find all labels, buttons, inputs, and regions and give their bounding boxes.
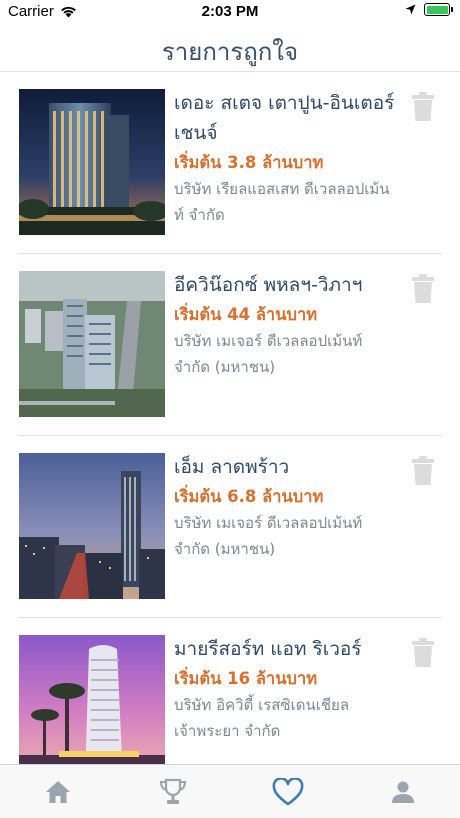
- property-title: เดอะ สเตจ เตาปูน-อินเตอร์เชนจ์: [174, 92, 395, 144]
- list-item[interactable]: เดอะ สเตจ เตาปูน-อินเตอร์เชนจ์ เริ่มต้น …: [0, 72, 460, 254]
- trophy-icon: [159, 778, 186, 804]
- property-company: บริษัท เรียลแอสเสท ดีเวลลอปเม้นท์ จำกัด: [174, 180, 390, 224]
- property-info: อีควิน๊อกซ์ พหลฯ-วิภาฯ เริ่มต้น 44 ล้านบ…: [174, 270, 396, 380]
- home-icon: [45, 781, 70, 803]
- property-info: เอ็ม ลาดพร้าว เริ่มต้น 6.8 ล้านบาท บริษั…: [174, 452, 396, 562]
- property-title: อีควิน๊อกซ์ พหลฯ-วิภาฯ: [174, 274, 363, 296]
- property-price: เริ่มต้น 44 ล้านบาท: [174, 305, 318, 324]
- list-item[interactable]: อีควิน๊อกซ์ พหลฯ-วิภาฯ เริ่มต้น 44 ล้านบ…: [0, 254, 460, 436]
- list-item[interactable]: เอ็ม ลาดพร้าว เริ่มต้น 6.8 ล้านบาท บริษั…: [0, 436, 460, 618]
- property-company: บริษัท อิควิตี้ เรสซิเดนเชียล เจ้าพระยา …: [174, 696, 350, 740]
- tab-home[interactable]: [0, 765, 115, 818]
- list-item[interactable]: มายรีสอร์ท แอท ริเวอร์ เริ่มต้น 16 ล้านบ…: [0, 618, 460, 764]
- property-company: บริษัท เมเจอร์ ดีเวลลอปเม้นท์ จำกัด (มหา…: [174, 332, 363, 376]
- property-info: เดอะ สเตจ เตาปูน-อินเตอร์เชนจ์ เริ่มต้น …: [174, 88, 396, 228]
- battery-level: [426, 5, 448, 14]
- property-company: บริษัท เมเจอร์ ดีเวลลอปเม้นท์ จำกัด (มหา…: [174, 514, 363, 558]
- user-icon: [391, 781, 414, 803]
- trash-icon[interactable]: [412, 92, 434, 122]
- tab-bar: [0, 764, 460, 818]
- property-price: เริ่มต้น 6.8 ล้านบาท: [174, 487, 324, 506]
- favorites-list[interactable]: เดอะ สเตจ เตาปูน-อินเตอร์เชนจ์ เริ่มต้น …: [0, 72, 460, 764]
- clock: 2:03 PM: [201, 3, 259, 20]
- tab-trophy[interactable]: [115, 765, 230, 818]
- tab-favorites[interactable]: [230, 765, 345, 818]
- property-price: เริ่มต้น 16 ล้านบาท: [174, 669, 318, 688]
- property-thumbnail: [19, 89, 165, 235]
- battery-icon: [424, 3, 453, 16]
- property-title: มายรีสอร์ท แอท ริเวอร์: [174, 638, 362, 660]
- status-bar: Carrier 2:03 PM: [0, 0, 460, 24]
- heart-icon: [272, 778, 303, 806]
- property-info: มายรีสอร์ท แอท ริเวอร์ เริ่มต้น 16 ล้านบ…: [174, 634, 396, 744]
- navigation-bar: รายการถูกใจ: [0, 24, 460, 72]
- page-title: รายการถูกใจ: [161, 38, 299, 66]
- property-title: เอ็ม ลาดพร้าว: [174, 456, 290, 478]
- property-thumbnail: [19, 271, 165, 417]
- status-icons: [405, 3, 453, 16]
- trash-icon[interactable]: [412, 638, 434, 668]
- property-thumbnail: [19, 453, 165, 599]
- trash-icon[interactable]: [412, 274, 434, 304]
- property-price: เริ่มต้น 3.8 ล้านบาท: [174, 153, 324, 172]
- tab-profile[interactable]: [345, 765, 460, 818]
- property-thumbnail: [19, 635, 165, 764]
- location-arrow-icon: [405, 4, 416, 15]
- trash-icon[interactable]: [412, 456, 434, 486]
